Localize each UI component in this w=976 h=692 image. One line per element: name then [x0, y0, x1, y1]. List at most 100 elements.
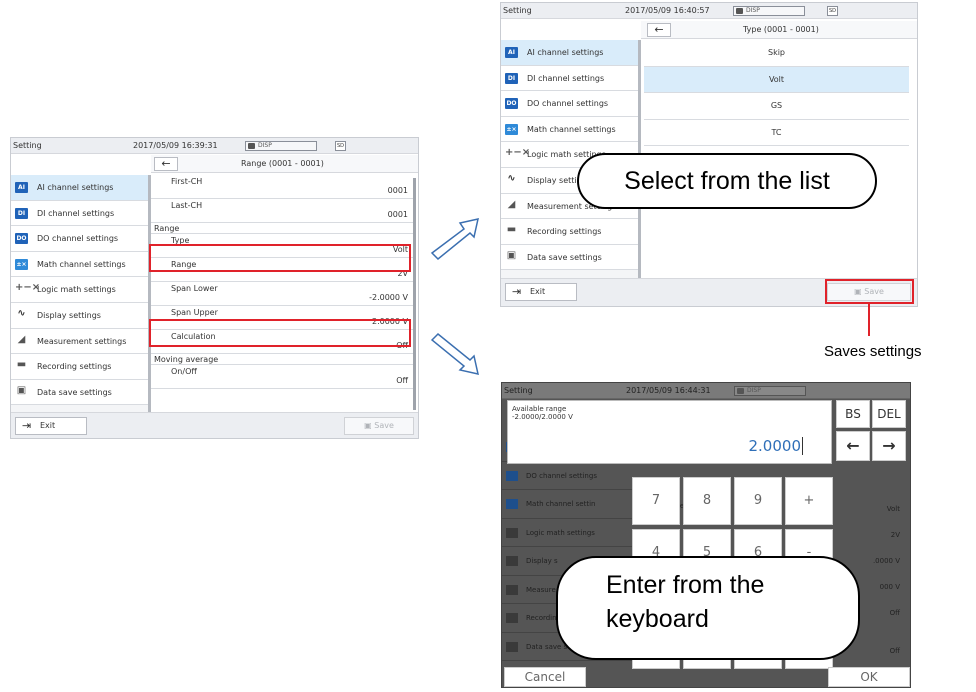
sidebar-item-do-channel-settings[interactable]: DO DO channel settings	[501, 91, 638, 117]
exit-button[interactable]: Exit	[505, 283, 577, 301]
measurement-settings-icon: ◢	[17, 333, 26, 345]
option-skip[interactable]: Skip	[644, 40, 909, 67]
title-bar: Setting 2017/05/09 16:40:57 DISP SD	[501, 3, 917, 19]
option-volt[interactable]: Volt	[644, 66, 909, 93]
page-subtitle: Range (0001 - 0001)	[241, 159, 324, 168]
option-gs[interactable]: GS	[644, 93, 909, 120]
row-label: Span Upper	[171, 308, 218, 317]
sidebar-item-data-save-settings[interactable]: ▣ Data save settings	[11, 379, 148, 406]
row-label: Span Lower	[171, 284, 218, 293]
sidebar-item-label: Math channel settings	[527, 124, 616, 134]
ok-button[interactable]: OK	[828, 667, 910, 687]
save-button[interactable]: ▣ Save	[344, 417, 414, 435]
sidebar-item-di-channel-settings[interactable]: DI DI channel settings	[11, 200, 148, 227]
sidebar-item-label: Math channel settings	[37, 259, 126, 269]
sd-card-icon: SD	[827, 6, 838, 16]
sidebar-item-math-channel-settings[interactable]: ±× Math channel settings	[11, 251, 148, 278]
settings-screen-range: Setting 2017/05/09 16:39:31 DISP SD ← Ra…	[10, 137, 419, 439]
row-span-lower[interactable]: Span Lower -2.0000 V	[151, 282, 414, 306]
dimmed-item-icon	[506, 641, 518, 652]
cursor-left-button[interactable]: ←	[836, 431, 870, 461]
sidebar-item-label: DO channel settings	[37, 234, 119, 244]
value-input[interactable]: 2.0000	[749, 437, 803, 455]
dimmed-value: Volt	[886, 505, 900, 513]
dimmed-value: 2V	[890, 531, 900, 539]
section-header: Moving average	[151, 354, 414, 365]
sidebar-item-label: AI channel settings	[37, 183, 114, 192]
available-range-label: Available range	[512, 405, 567, 413]
sd-card-icon: SD	[335, 141, 346, 151]
sub-header: ← Range (0001 - 0001)	[151, 155, 418, 173]
do-channel-settings-icon: DO	[15, 233, 28, 245]
sidebar-item-label: AI channel settings	[527, 48, 604, 57]
disp-indicator: DISP	[733, 6, 805, 16]
datetime: 2017/05/09 16:44:31	[626, 386, 711, 395]
key-plus[interactable]: +	[785, 477, 833, 525]
backspace-button[interactable]: BS	[836, 400, 870, 428]
sidebar-item-label: Recording settings	[37, 362, 112, 372]
display-settings-icon: ∿	[507, 172, 516, 184]
sidebar-item-logic-math-settings[interactable]: +−× Logic math settings	[11, 277, 148, 303]
callout-enter-keyboard: Enter from the keyboard	[556, 556, 860, 660]
sidebar-item-recording-settings[interactable]: ▬ Recording settings	[11, 354, 148, 380]
back-button[interactable]: ←	[154, 157, 178, 171]
available-range-value: -2.0000/2.0000 V	[512, 413, 573, 421]
sidebar-item-do-channel-settings[interactable]: DO DO channel settings	[11, 226, 148, 252]
sidebar-item-di-channel-settings[interactable]: DI DI channel settings	[501, 65, 638, 92]
row-value: 0001	[387, 210, 408, 219]
cursor-right-button[interactable]: →	[872, 431, 906, 461]
sidebar-item-display-settings[interactable]: ∿ Display settings	[11, 302, 148, 329]
saves-settings-label: Saves settings	[824, 343, 922, 360]
math-channel-settings-icon: ±×	[505, 123, 518, 135]
dimmed-item-icon	[506, 584, 518, 595]
datetime: 2017/05/09 16:40:57	[625, 6, 710, 15]
delete-button[interactable]: DEL	[872, 400, 906, 428]
title-bar: Setting 2017/05/09 16:44:31 DISP	[502, 383, 910, 399]
row-last-ch[interactable]: Last-CH 0001	[151, 199, 414, 223]
sidebar-item-label: Display settings	[37, 310, 101, 320]
sidebar-item-recording-settings[interactable]: ▬ Recording settings	[501, 219, 638, 245]
row-value: -2.0000 V	[369, 293, 408, 302]
sidebar-item-ai-channel-settings[interactable]: AI AI channel settings	[11, 175, 148, 201]
math-channel-settings-icon: ±×	[15, 258, 28, 270]
dimmed-sidebar-item: DO channel settings	[502, 462, 638, 490]
sidebar-item-data-save-settings[interactable]: ▣ Data save settings	[501, 244, 638, 271]
sidebar-item-measurement-settings[interactable]: ◢ Measurement settings	[11, 328, 148, 355]
screen-title: Setting	[13, 141, 42, 150]
sub-header: ← Type (0001 - 0001)	[641, 21, 917, 39]
disp-indicator: DISP	[734, 386, 806, 396]
sidebar-item-ai-channel-settings[interactable]: AI AI channel settings	[501, 40, 638, 66]
row-label: On/Off	[171, 367, 197, 376]
cancel-button[interactable]: Cancel	[504, 667, 586, 687]
highlight-span-upper-row	[149, 319, 411, 347]
key-8[interactable]: 8	[683, 477, 731, 525]
screen-title: Setting	[504, 386, 533, 395]
title-bar: Setting 2017/05/09 16:39:31 DISP SD	[11, 138, 418, 154]
section-header: Range	[151, 223, 414, 234]
option-tc[interactable]: TC	[644, 119, 909, 146]
row-first-ch[interactable]: First-CH 0001	[151, 175, 414, 199]
di-channel-settings-icon: DI	[15, 207, 28, 219]
row-value: 0001	[387, 186, 408, 195]
data-save-settings-icon: ▣	[506, 249, 517, 261]
scrollbar[interactable]	[413, 178, 416, 410]
row-value: Off	[396, 376, 408, 385]
dimmed-value: .0000 V	[872, 557, 900, 565]
dimmed-item-icon	[506, 613, 518, 623]
highlight-save-button	[825, 279, 914, 304]
arrow-to-list-icon	[430, 218, 479, 261]
row-on-off[interactable]: On/Off Off	[151, 365, 414, 389]
exit-button[interactable]: Exit	[15, 417, 87, 435]
bottom-bar: Exit ▣ Save	[11, 412, 418, 438]
key-7[interactable]: 7	[632, 477, 680, 525]
display-settings-icon: ∿	[17, 307, 26, 319]
dimmed-item-icon	[506, 499, 518, 509]
dimmed-sidebar-item: Math channel settin	[502, 490, 638, 519]
sidebar-item-math-channel-settings[interactable]: ±× Math channel settings	[501, 116, 638, 143]
dimmed-item-icon	[506, 470, 518, 481]
back-button[interactable]: ←	[647, 23, 671, 37]
key-9[interactable]: 9	[734, 477, 782, 525]
datetime: 2017/05/09 16:39:31	[133, 141, 218, 150]
do-channel-settings-icon: DO	[505, 98, 518, 110]
disp-indicator: DISP	[245, 141, 317, 151]
